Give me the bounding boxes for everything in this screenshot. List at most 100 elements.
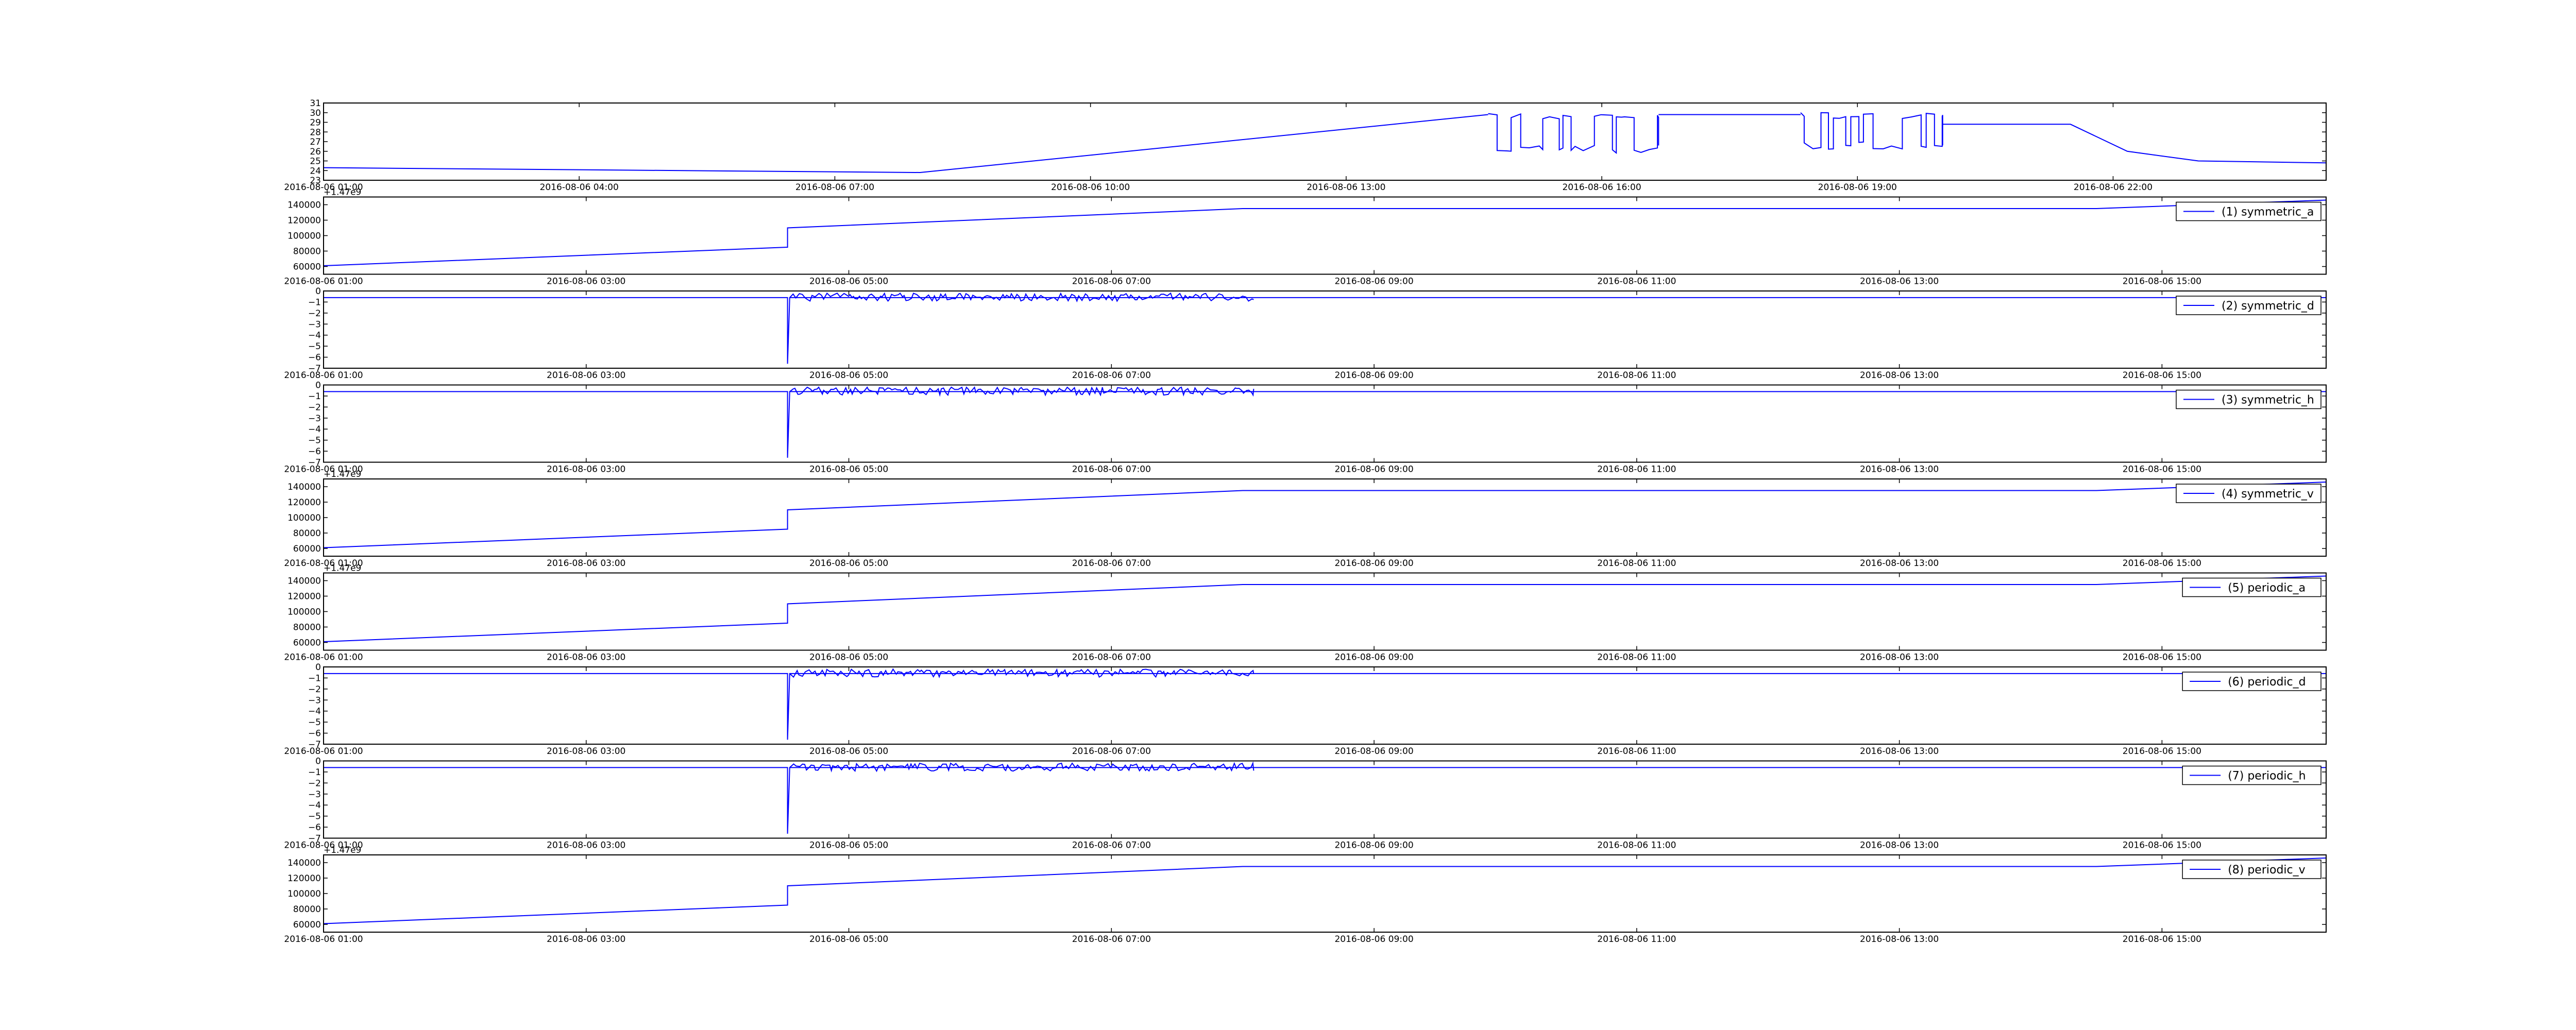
y-tick-label: −1 <box>308 673 321 683</box>
x-tick-label: 2016-08-06 09:00 <box>1334 558 1413 569</box>
legend-label: (8) periodic_v <box>2228 864 2305 877</box>
y-tick-label: −5 <box>308 812 321 822</box>
y-tick-label: −1 <box>308 767 321 778</box>
x-tick-label: 2016-08-06 15:00 <box>2123 746 2201 757</box>
x-tick-label: 2016-08-06 07:00 <box>1072 277 1151 287</box>
y-tick-label: 80000 <box>293 623 321 633</box>
legend-label: (2) symmetric_d <box>2222 300 2314 313</box>
x-tick-label: 2016-08-06 11:00 <box>1597 653 1676 663</box>
y-tick-label: 27 <box>310 137 321 147</box>
y-tick-label: 0 <box>315 757 321 767</box>
series-line <box>323 112 2327 174</box>
y-tick-label: 24 <box>310 166 321 176</box>
x-tick-label: 2016-08-06 07:00 <box>1072 370 1151 381</box>
subplot-5: 60000 80000 100000 120000 140000 2016-08-06 0… <box>284 469 2327 569</box>
subplot-3: −7−6−5−4−3−2−102016-08-06 01:00 2016-08-0… <box>284 286 2327 381</box>
y-tick-label: 140000 <box>287 200 321 211</box>
x-tick-label: 2016-08-06 05:00 <box>809 746 888 757</box>
x-tick-label: 2016-08-06 07:00 <box>1072 746 1151 757</box>
y-tick-label: −5 <box>308 436 321 446</box>
legend-label: (1) symmetric_a <box>2222 206 2314 219</box>
series-line <box>323 857 2327 924</box>
x-tick-label: 2016-08-06 03:00 <box>547 465 625 475</box>
y-tick-label: 120000 <box>287 497 321 508</box>
legend-label: (3) symmetric_h <box>2222 394 2314 407</box>
y-tick-label: −4 <box>308 707 321 717</box>
x-tick-label: 2016-08-06 09:00 <box>1334 465 1413 475</box>
x-tick-label: 2016-08-06 15:00 <box>2123 465 2201 475</box>
x-tick-label: 2016-08-06 07:00 <box>795 182 874 193</box>
y-tick-label: 140000 <box>287 858 321 868</box>
axes-frame <box>323 384 2327 463</box>
axis-offset-label: +1.47e9 <box>324 469 361 479</box>
x-tick-label: 2016-08-06 05:00 <box>809 934 888 945</box>
axis-offset-label: +1.47e9 <box>324 563 361 574</box>
y-tick-label: 60000 <box>293 920 321 930</box>
subplot-9: 60000 80000 100000 120000 140000 2016-08-06 0… <box>284 845 2327 945</box>
x-tick-label: 2016-08-06 11:00 <box>1597 370 1676 381</box>
y-tick-label: 80000 <box>293 528 321 539</box>
x-tick-label: 2016-08-06 03:00 <box>547 558 625 569</box>
y-tick-label: −6 <box>308 353 321 363</box>
y-tick-label: 120000 <box>287 216 321 226</box>
subplot-1: 2324252627282930312016-08-06 01:00 2016-0… <box>284 98 2327 193</box>
y-tick-label: −6 <box>308 447 321 457</box>
y-tick-label: 28 <box>310 127 321 138</box>
series-line <box>323 575 2327 642</box>
x-tick-label: 2016-08-06 13:00 <box>1860 746 1939 757</box>
x-tick-label: 2016-08-06 01:00 <box>284 277 363 287</box>
x-tick-label: 2016-08-06 15:00 <box>2123 653 2201 663</box>
x-tick-label: 2016-08-06 09:00 <box>1334 746 1413 757</box>
y-tick-label: −2 <box>308 778 321 788</box>
x-tick-label: 2016-08-06 16:00 <box>1562 182 1641 193</box>
x-tick-label: 2016-08-06 03:00 <box>547 277 625 287</box>
y-tick-label: 120000 <box>287 873 321 884</box>
x-tick-label: 2016-08-06 05:00 <box>809 653 888 663</box>
x-tick-label: 2016-08-06 15:00 <box>2123 840 2201 851</box>
y-tick-label: −4 <box>308 331 321 341</box>
x-tick-label: 2016-08-06 05:00 <box>809 465 888 475</box>
y-tick-label: −1 <box>308 391 321 402</box>
y-tick-label: 0 <box>315 286 321 297</box>
x-tick-label: 2016-08-06 13:00 <box>1307 182 1385 193</box>
y-tick-label: 25 <box>310 157 321 167</box>
x-tick-label: 2016-08-06 03:00 <box>547 840 625 851</box>
subplot-6: 60000 80000 100000 120000 140000 2016-08-06 0… <box>284 563 2327 663</box>
x-tick-label: 2016-08-06 01:00 <box>284 653 363 663</box>
x-tick-label: 2016-08-06 07:00 <box>1072 934 1151 945</box>
x-tick-label: 2016-08-06 09:00 <box>1334 934 1413 945</box>
legend-label: (7) periodic_h <box>2228 770 2306 783</box>
legend-label: (5) periodic_a <box>2228 582 2306 595</box>
x-tick-label: 2016-08-06 09:00 <box>1334 653 1413 663</box>
y-tick-label: −4 <box>308 424 321 435</box>
y-tick-label: 31 <box>310 98 321 109</box>
x-tick-label: 2016-08-06 11:00 <box>1597 558 1676 569</box>
y-tick-label: 100000 <box>287 513 321 523</box>
legend-label: (4) symmetric_v <box>2222 488 2314 501</box>
subplot-7: −7−6−5−4−3−2−102016-08-06 01:00 2016-08-0… <box>284 662 2327 757</box>
x-tick-label: 2016-08-06 03:00 <box>547 934 625 945</box>
y-tick-label: 60000 <box>293 262 321 272</box>
x-tick-label: 2016-08-06 11:00 <box>1597 934 1676 945</box>
y-tick-label: 60000 <box>293 544 321 554</box>
y-tick-label: 30 <box>310 108 321 118</box>
legend-label: (6) periodic_d <box>2228 676 2306 689</box>
x-tick-label: 2016-08-06 01:00 <box>284 746 363 757</box>
x-tick-label: 2016-08-06 07:00 <box>1072 558 1151 569</box>
y-tick-label: −3 <box>308 319 321 330</box>
axes-frame <box>323 290 2327 369</box>
y-tick-label: −3 <box>308 414 321 424</box>
y-tick-label: 60000 <box>293 638 321 648</box>
x-tick-label: 2016-08-06 15:00 <box>2123 370 2201 381</box>
y-tick-label: 140000 <box>287 482 321 492</box>
y-tick-label: −4 <box>308 800 321 811</box>
x-tick-label: 2016-08-06 13:00 <box>1860 465 1939 475</box>
series-line <box>323 199 2327 266</box>
x-tick-label: 2016-08-06 05:00 <box>809 277 888 287</box>
y-tick-label: 0 <box>315 662 321 673</box>
y-tick-label: −5 <box>308 341 321 352</box>
y-tick-label: 140000 <box>287 576 321 587</box>
axis-offset-label: +1.47e9 <box>324 187 361 198</box>
x-tick-label: 2016-08-06 09:00 <box>1334 277 1413 287</box>
figure: 2324252627282930312016-08-06 01:00 2016-0… <box>284 98 2327 945</box>
